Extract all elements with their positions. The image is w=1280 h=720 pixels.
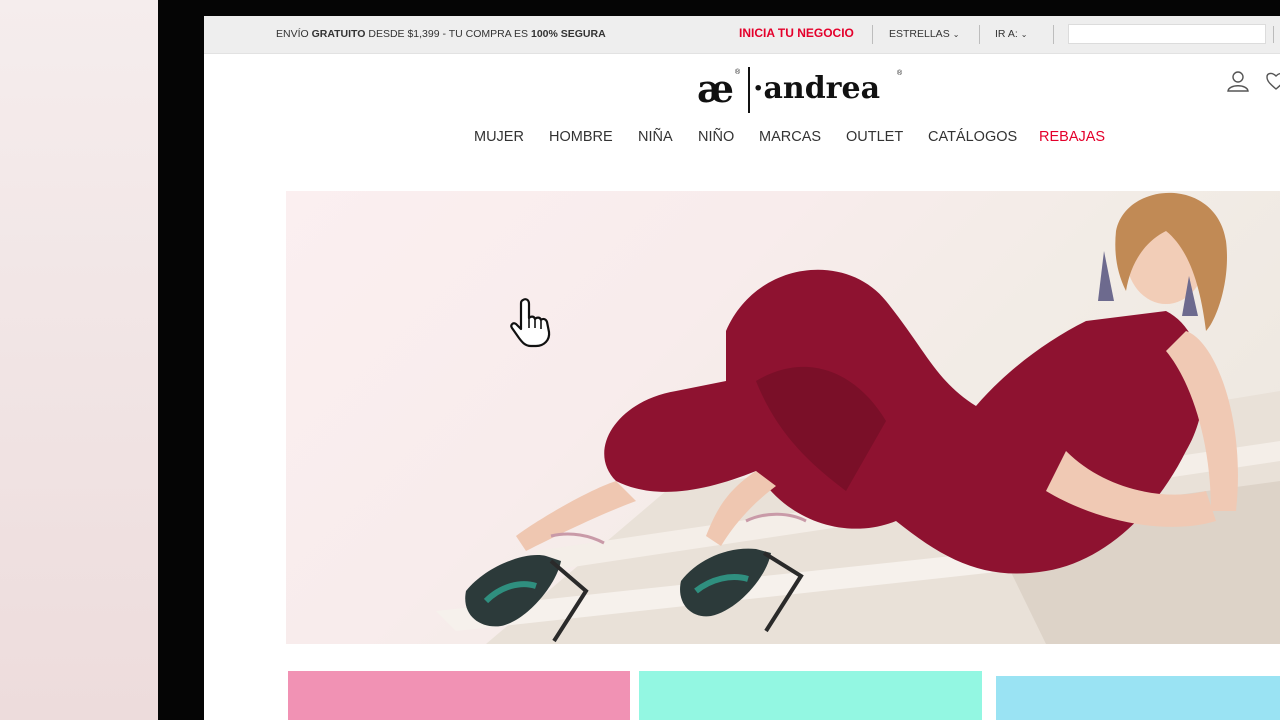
logo-mark: æ (697, 66, 734, 111)
utility-bar: ENVÍO GRATUITO DESDE $1,399 - TU COMPRA … (204, 16, 1280, 54)
category-tile-1[interactable] (288, 671, 630, 720)
divider (872, 25, 873, 44)
nav-item-nina[interactable]: NIÑA (638, 129, 673, 145)
main-navigation: MUJER HOMBRE NIÑA NIÑO MARCAS OUTLET CAT… (204, 129, 1280, 149)
start-business-link[interactable]: INICIA TU NEGOCIO (739, 26, 854, 40)
chevron-down-icon: ⌄ (952, 30, 960, 39)
nav-item-rebajas[interactable]: REBAJAS (1039, 129, 1105, 145)
browser-screen: ENVÍO GRATUITO DESDE $1,399 - TU COMPRA … (204, 16, 1280, 720)
category-tile-2[interactable] (639, 671, 982, 720)
nav-item-outlet[interactable]: OUTLET (846, 129, 903, 145)
registered-mark: ® (735, 69, 741, 76)
nav-item-nino[interactable]: NIÑO (698, 129, 734, 145)
user-icon[interactable] (1226, 69, 1250, 93)
chevron-down-icon: ⌄ (1020, 30, 1028, 39)
shipping-promo: ENVÍO GRATUITO DESDE $1,399 - TU COMPRA … (276, 28, 606, 40)
category-tile-3[interactable] (996, 676, 1280, 720)
divider (1053, 25, 1054, 44)
hero-model-image (436, 192, 1280, 644)
nav-item-hombre[interactable]: HOMBRE (549, 129, 613, 145)
heart-icon[interactable] (1266, 70, 1280, 92)
stars-dropdown[interactable]: ESTRELLAS ⌄ (889, 28, 959, 40)
nav-item-catalogos[interactable]: CATÁLOGOS (928, 129, 1017, 145)
hand-pointer-icon (510, 298, 551, 348)
goto-dropdown[interactable]: IR A: ⌄ (995, 28, 1027, 40)
hero-banner[interactable] (286, 191, 1280, 644)
background-left (0, 0, 158, 720)
logo-wordmark: ·andrea (753, 71, 881, 106)
search-divider (1273, 26, 1274, 43)
nav-item-mujer[interactable]: MUJER (474, 129, 524, 145)
divider (979, 25, 980, 44)
nav-item-marcas[interactable]: MARCAS (759, 129, 821, 145)
search-input[interactable] (1068, 24, 1266, 44)
logo-divider (748, 67, 750, 113)
registered-mark: ® (897, 70, 903, 77)
